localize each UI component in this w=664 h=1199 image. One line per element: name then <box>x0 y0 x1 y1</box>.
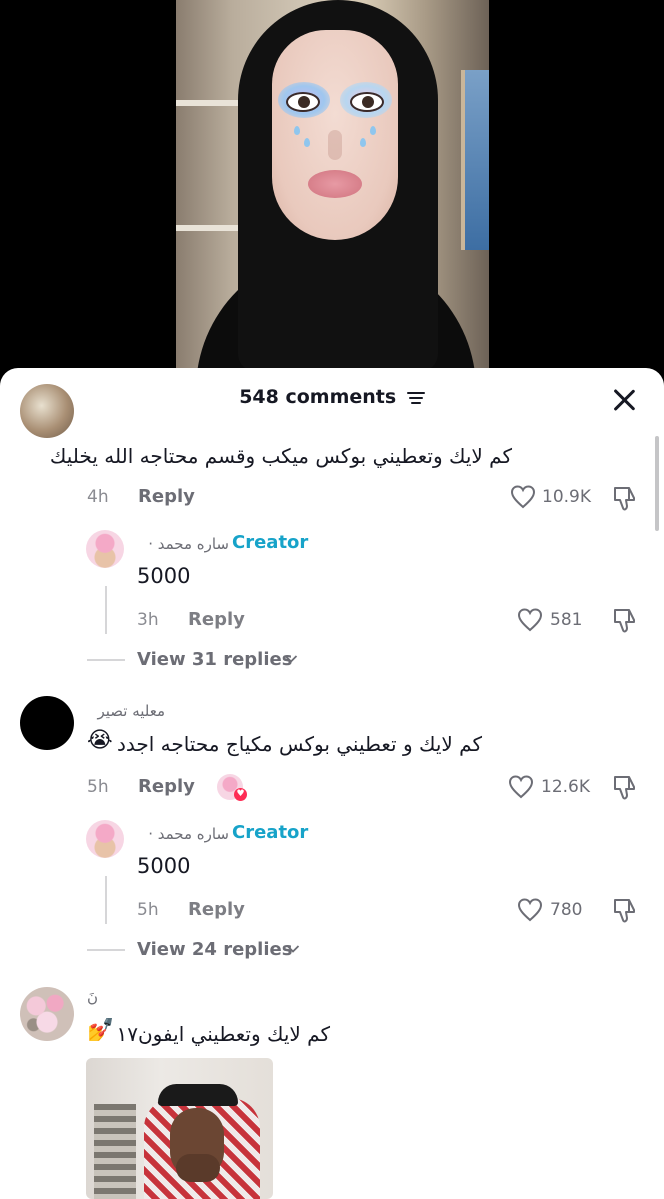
background-rack <box>94 1104 136 1199</box>
heart-badge-icon: ♥ <box>234 788 247 801</box>
tear-drop <box>370 126 376 135</box>
background-door <box>461 70 489 250</box>
chevron-down-icon[interactable] <box>284 654 298 664</box>
view-replies-button[interactable]: View 31 replies <box>137 649 292 670</box>
crying-emoji: 😭 <box>87 728 113 753</box>
reply-button[interactable]: Reply <box>138 486 195 507</box>
chevron-down-icon[interactable] <box>286 944 300 954</box>
nail-polish-emoji: 💅 <box>87 1018 115 1043</box>
reply-button[interactable]: Reply <box>138 776 195 797</box>
username[interactable]: نَ <box>87 988 98 1006</box>
reply-text: 5000 <box>137 564 191 588</box>
scrollbar[interactable] <box>655 436 659 531</box>
comments-header: 548 comments <box>0 368 664 430</box>
username[interactable]: معليه تصير <box>87 702 165 720</box>
comment-count: 548 comments <box>239 386 397 408</box>
lips <box>308 170 362 198</box>
comment-text: كم لايك و تعطيني بوكس مكياج محتاجه اجدد <box>116 732 482 756</box>
tear-drop <box>360 138 366 147</box>
heart-icon[interactable] <box>508 775 534 799</box>
avatar[interactable] <box>20 696 74 750</box>
view-replies-label: View 31 replies <box>137 649 293 670</box>
video-frame <box>176 0 489 372</box>
comment-time: 5h <box>87 777 109 797</box>
nose <box>328 130 342 160</box>
comments-sheet: 548 comments كم لايك وتعطيني بوكس ميكب و… <box>0 368 664 1199</box>
headband <box>158 1084 238 1106</box>
reply-button[interactable]: Reply <box>188 609 245 630</box>
dislike-icon[interactable] <box>612 607 638 635</box>
comment-count-title[interactable]: 548 comments <box>0 386 664 408</box>
hands-over-mouth <box>176 1154 220 1182</box>
reply-button[interactable]: Reply <box>188 899 245 920</box>
view-replies-button[interactable]: View 24 replies <box>137 939 292 960</box>
heart-icon[interactable] <box>517 898 543 922</box>
sort-lines-icon[interactable] <box>406 391 425 405</box>
thread-line <box>105 876 107 924</box>
heart-icon[interactable] <box>517 608 543 632</box>
close-icon[interactable] <box>612 388 636 412</box>
dislike-icon[interactable] <box>612 774 638 802</box>
heart-icon[interactable] <box>510 485 536 509</box>
creator-avatar[interactable] <box>86 820 124 858</box>
dislike-icon[interactable] <box>612 485 638 513</box>
creator-avatar[interactable] <box>86 530 124 568</box>
creator-name: ساره محمد · <box>148 535 229 553</box>
tear-drop <box>294 126 300 135</box>
like-count: 12.6K <box>541 777 590 797</box>
divider <box>87 949 125 951</box>
like-count: 581 <box>550 610 583 630</box>
like-count: 780 <box>550 900 583 920</box>
tear-drop <box>304 138 310 147</box>
eye-left <box>286 92 320 112</box>
view-replies-label: View 24 replies <box>137 939 293 960</box>
avatar[interactable] <box>20 987 74 1041</box>
creator-name: ساره محمد · <box>148 825 229 843</box>
comment-time: 4h <box>87 487 109 507</box>
creator-badge: Creator <box>232 532 309 553</box>
video-player[interactable] <box>0 0 664 372</box>
eye-right <box>350 92 384 112</box>
avatar[interactable] <box>20 384 74 438</box>
comment-text: كم لايك وتعطيني ايفون١٧ <box>116 1022 331 1046</box>
thread-line <box>105 586 107 634</box>
gif-image[interactable] <box>86 1058 273 1199</box>
creator-badge: Creator <box>232 822 309 843</box>
comment-text: كم لايك وتعطيني بوكس ميكب وقسم محتاجه ال… <box>49 444 512 468</box>
dislike-icon[interactable] <box>612 897 638 925</box>
like-count: 10.9K <box>542 487 591 507</box>
reply-time: 3h <box>137 610 159 630</box>
face <box>272 30 398 240</box>
reply-time: 5h <box>137 900 159 920</box>
divider <box>87 659 125 661</box>
reply-text: 5000 <box>137 854 191 878</box>
